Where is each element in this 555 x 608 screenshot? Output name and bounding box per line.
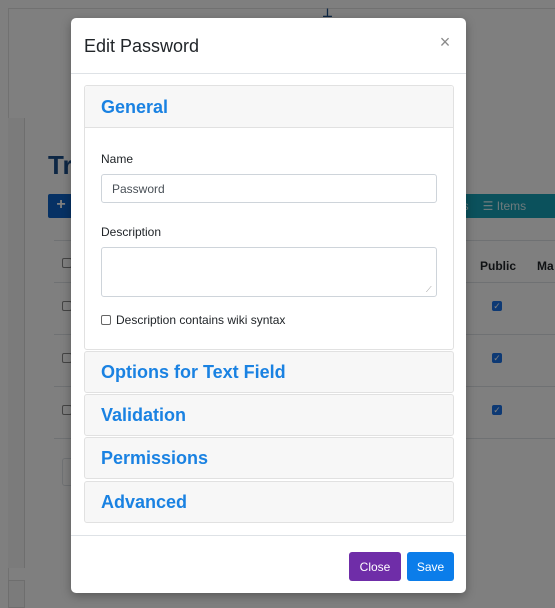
advanced-section[interactable]: Advanced	[84, 481, 454, 523]
name-label: Name	[101, 152, 134, 166]
validation-section[interactable]: Validation	[84, 394, 454, 436]
permissions-section[interactable]: Permissions	[84, 437, 454, 479]
close-icon[interactable]: ×	[435, 32, 455, 52]
wiki-syntax-checkbox[interactable]	[101, 315, 111, 325]
general-section-header[interactable]: General	[85, 86, 453, 128]
save-button[interactable]: Save	[407, 552, 454, 581]
options-section-title[interactable]: Options for Text Field	[101, 362, 286, 383]
advanced-section-title[interactable]: Advanced	[101, 492, 187, 513]
resize-grip-icon[interactable]: ⟋	[426, 286, 434, 294]
edit-password-modal: Edit Password × General Name Description…	[71, 18, 466, 593]
wiki-syntax-label[interactable]: Description contains wiki syntax	[116, 313, 285, 327]
general-section-title[interactable]: General	[101, 97, 168, 118]
description-textarea[interactable]	[101, 247, 437, 297]
modal-header: Edit Password ×	[71, 18, 466, 74]
modal-footer: Close Save	[71, 535, 466, 593]
validation-section-title[interactable]: Validation	[101, 405, 186, 426]
name-input[interactable]	[101, 174, 437, 203]
options-for-text-field-section[interactable]: Options for Text Field	[84, 351, 454, 393]
general-section: General Name Description ⟋ Description c…	[84, 85, 454, 350]
modal-title: Edit Password	[84, 36, 200, 56]
close-button[interactable]: Close	[349, 552, 401, 581]
description-label: Description	[101, 225, 162, 239]
permissions-section-title[interactable]: Permissions	[101, 448, 208, 469]
